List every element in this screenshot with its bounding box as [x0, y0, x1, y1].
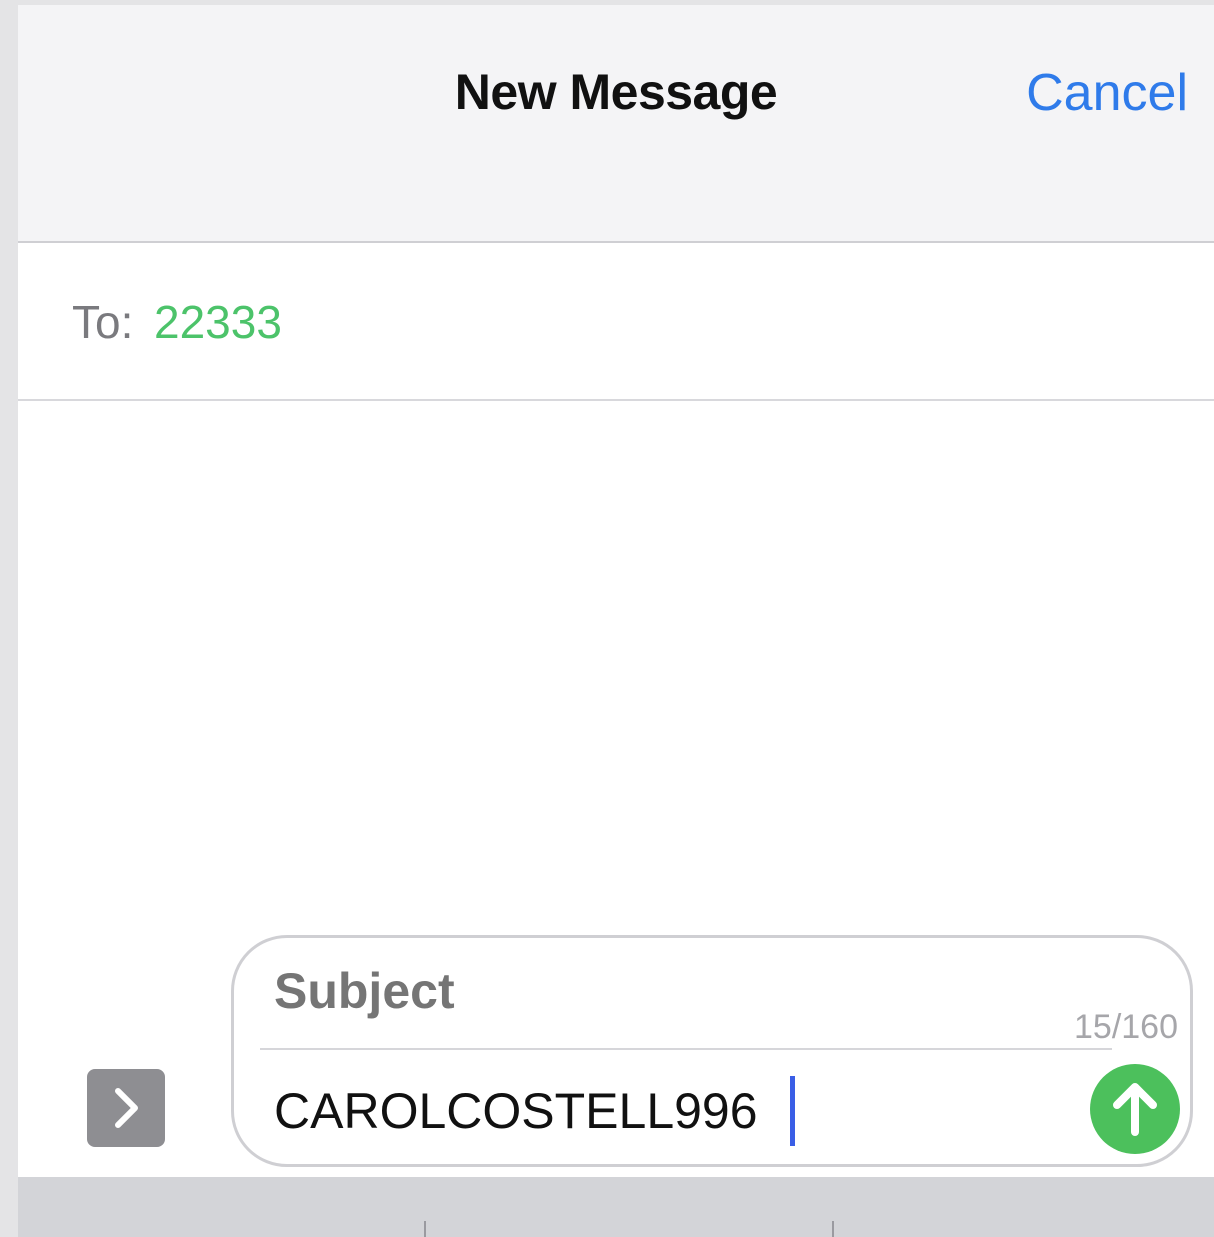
navigation-bar: New Message Cancel: [18, 5, 1214, 243]
text-caret: [790, 1076, 795, 1146]
messages-screen: New Message Cancel To: 22333 15/160 CARO…: [18, 5, 1214, 1237]
keyboard-suggestion-bar: [18, 1177, 1214, 1237]
character-count: 15/160: [1074, 1008, 1178, 1046]
cancel-button[interactable]: Cancel: [1026, 63, 1188, 123]
recipient-number[interactable]: 22333: [154, 295, 282, 349]
compose-field: 15/160 CAROLCOSTELL996: [231, 935, 1193, 1167]
arrow-up-icon: [1113, 1083, 1157, 1136]
message-text-field[interactable]: CAROLCOSTELL996: [274, 1082, 758, 1140]
to-label: To:: [72, 296, 134, 348]
suggestion-divider: [832, 1221, 834, 1237]
send-button[interactable]: [1090, 1064, 1180, 1154]
expand-apps-button[interactable]: [87, 1069, 165, 1147]
recipient-row[interactable]: To: 22333: [18, 243, 1214, 401]
subject-divider: [260, 1048, 1112, 1050]
chevron-right-icon: [115, 1088, 138, 1128]
subject-field[interactable]: [274, 962, 1114, 1020]
message-thread-area: [18, 401, 1214, 931]
suggestion-divider: [424, 1221, 426, 1237]
